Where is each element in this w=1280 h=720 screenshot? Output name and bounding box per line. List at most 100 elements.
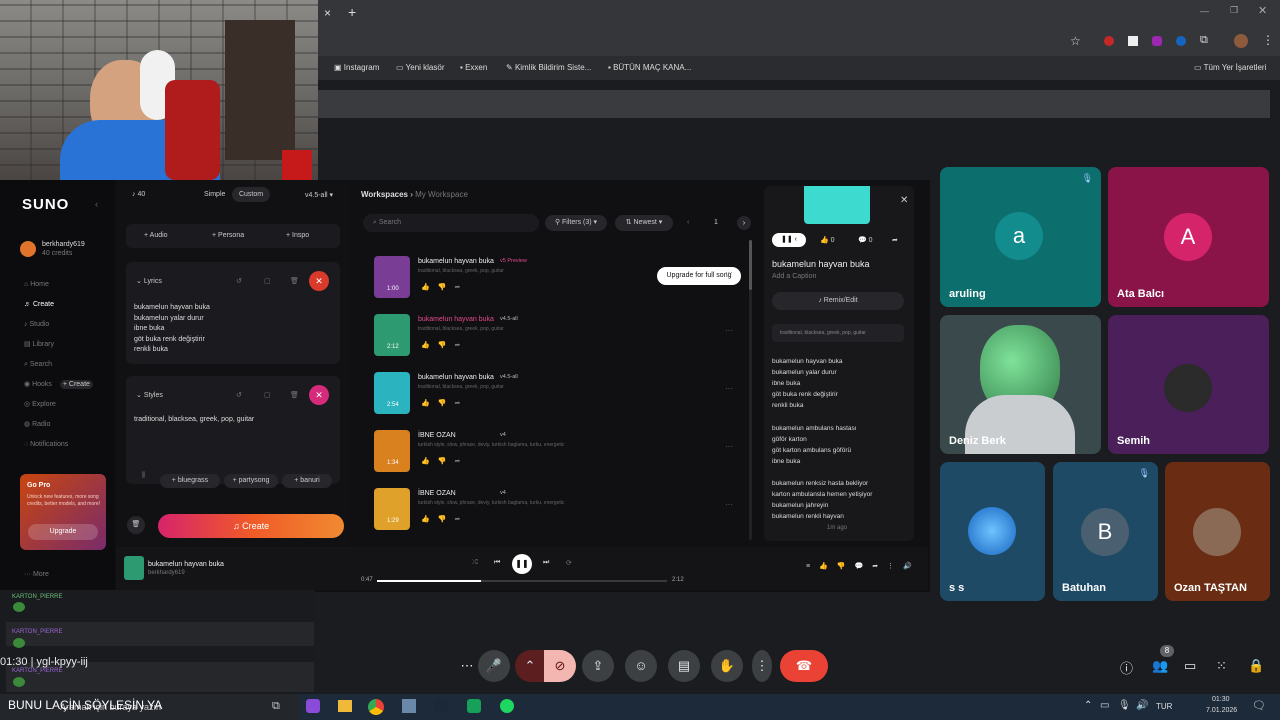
puzzle-icon[interactable]: ⧉ [1200, 34, 1208, 47]
lyrics-text[interactable]: bukamelun hayvan buka bukamelun yalar dur… [134, 303, 210, 356]
participant-tile[interactable]: a 🎙 aruling [940, 167, 1101, 307]
previous-icon[interactable]: ⏮ [494, 559, 500, 567]
nav-studio[interactable]: ♪ Studio [24, 315, 93, 335]
like-button[interactable]: 👍 0 [820, 236, 835, 244]
song-title[interactable]: İBNE OZAN [418, 490, 456, 497]
shuffle-icon[interactable]: ⤮ [472, 559, 478, 567]
extension-icon[interactable] [1152, 36, 1162, 46]
volume-icon[interactable]: 🔊 [903, 563, 921, 570]
song-row[interactable]: 2:54 bukamelun hayvan buka v4.5-all traditi… [365, 366, 745, 416]
next-icon[interactable]: ⏭ [543, 559, 549, 567]
camera-options-icon[interactable]: ⌃ [515, 650, 545, 682]
share-icon[interactable]: ➦ [454, 458, 468, 465]
bookmark-folder[interactable]: ▭ Yeni klasör [396, 63, 444, 72]
tray-chevron-icon[interactable]: ⌃ [1084, 700, 1092, 711]
remix-button[interactable]: ♪ Remix/Edit [772, 292, 904, 310]
nav-home[interactable]: ⌂ Home [24, 275, 93, 295]
participant-tile[interactable]: Deniz Berk [940, 315, 1101, 454]
song-row[interactable]: 1:00 bukamelun hayvan buka v5 Preview tradi… [365, 250, 745, 300]
version-select[interactable]: v4.5-all ▾ [305, 191, 333, 199]
tag-bluegrass[interactable]: + bluegrass [160, 474, 220, 488]
hooks-create-button[interactable]: + Create [59, 380, 93, 389]
present-button[interactable]: ⇪ [582, 650, 614, 682]
comment-icon[interactable]: 💬 [855, 563, 873, 570]
styles-label[interactable]: ⌄ Styles [136, 391, 163, 399]
camera-off-button[interactable]: ⊘ [544, 650, 576, 682]
close-tab-icon[interactable]: × [324, 6, 331, 20]
participant-tile[interactable]: s s [940, 462, 1045, 601]
search-input[interactable]: ⌕ Search [363, 214, 539, 232]
collapse-icon[interactable]: ‹ [95, 199, 98, 209]
dislike-icon[interactable]: 👎 [438, 284, 455, 291]
language-indicator[interactable]: TUR [1156, 702, 1172, 711]
app-icon[interactable] [402, 699, 416, 713]
dislike-icon[interactable]: 👎 [438, 400, 455, 407]
share-icon[interactable]: ➦ [454, 342, 468, 349]
like-icon[interactable]: 👍 [421, 400, 438, 407]
pause-button[interactable]: ❚❚ ‹ [772, 233, 806, 247]
nav-library[interactable]: ▤ Library [24, 335, 93, 355]
menu-icon[interactable]: ⋮ [1262, 33, 1274, 47]
chat-icon[interactable]: ▭ [1184, 658, 1196, 674]
nav-create[interactable]: ♬ Create [24, 295, 93, 315]
like-icon[interactable]: 👍 [819, 563, 837, 570]
nav-hooks[interactable]: ◉ Hooks + Create [24, 375, 93, 395]
undo-icon[interactable]: ↺ [236, 277, 242, 285]
nav-search[interactable]: ⌕ Search [24, 355, 93, 375]
create-button[interactable]: ♫ Create [158, 514, 344, 538]
song-more-icon[interactable]: ··· [725, 500, 733, 509]
generate-lyrics-icon[interactable]: ✕ [309, 271, 329, 291]
comment-button[interactable]: 💬 0 [858, 236, 873, 244]
add-persona-button[interactable]: + Persona [212, 232, 244, 239]
song-title[interactable]: İBNE OZAN [418, 432, 456, 439]
task-view-icon[interactable]: ⧉ [272, 700, 280, 713]
nav-radio[interactable]: ◍ Radio [24, 415, 93, 435]
network-icon[interactable]: ▭ [1100, 700, 1109, 711]
participant-tile[interactable]: Semih [1108, 315, 1269, 454]
breadcrumb-workspaces[interactable]: Workspaces [361, 190, 408, 199]
participant-tile[interactable]: Ozan TAŞTAN [1165, 462, 1270, 601]
share-icon[interactable]: ➦ [454, 284, 468, 291]
extension-icon[interactable] [1128, 36, 1138, 46]
simple-tab[interactable]: Simple [204, 191, 225, 198]
avatar[interactable] [20, 241, 36, 257]
trash-icon[interactable]: 🗑 [290, 277, 299, 285]
lyrics-label[interactable]: ⌄ Lyrics [136, 277, 162, 285]
close-window-icon[interactable]: ✕ [1258, 4, 1267, 17]
share-icon[interactable]: ➦ [454, 516, 468, 523]
upgrade-button[interactable]: Upgrade [28, 524, 98, 540]
song-row[interactable]: 2:12 bukamelun hayvan buka v4.5-all traditi… [365, 308, 745, 358]
trash-icon[interactable]: 🗑 [290, 391, 299, 399]
song-title[interactable]: bukamelun hayvan buka [418, 374, 494, 381]
prev-page-icon[interactable]: ‹ [687, 219, 689, 226]
bookmark-kimlik[interactable]: ✎ Kimlik Bildirim Siste... [506, 63, 591, 72]
like-icon[interactable]: 👍 [421, 342, 438, 349]
caption-input[interactable]: Add a Caption [772, 273, 816, 280]
styles-text[interactable]: traditional, blacksea, greek, pop, guita… [134, 416, 254, 423]
emoji-button[interactable]: ☺ [625, 650, 657, 682]
participant-tile[interactable]: A Ata Balcı [1108, 167, 1269, 307]
custom-tab[interactable]: Custom [232, 187, 270, 202]
extension-icon[interactable] [1104, 36, 1114, 46]
repeat-icon[interactable]: ⟳ [566, 559, 572, 567]
nav-explore[interactable]: ◎ Explore [24, 395, 93, 415]
leave-call-button[interactable]: ☎ [780, 650, 828, 682]
minimize-icon[interactable]: — [1200, 6, 1209, 16]
undo-icon[interactable]: ↺ [236, 391, 242, 399]
host-controls-icon[interactable]: 🔒 [1248, 658, 1264, 674]
tag-partysong[interactable]: + partysong [224, 474, 278, 488]
dislike-icon[interactable]: 👎 [438, 458, 455, 465]
app-icon[interactable] [467, 699, 481, 713]
close-icon[interactable]: ✕ [900, 195, 908, 206]
info-icon[interactable]: ⓘ [1120, 658, 1133, 677]
trash-icon[interactable]: 🗑 [127, 516, 145, 534]
filters-button[interactable]: ⚲ Filters (3) ▾ [545, 215, 607, 231]
bookmark-mac[interactable]: ▪ BÜTÜN MAÇ KANA... [608, 63, 691, 72]
bookmark-instagram[interactable]: ▣ Instagram [334, 63, 379, 72]
like-icon[interactable]: 👍 [421, 516, 438, 523]
bookmark-exxen[interactable]: ▪ Exxen [460, 63, 487, 72]
spotify-icon[interactable] [500, 699, 514, 713]
dislike-icon[interactable]: 👎 [438, 342, 455, 349]
player-progress[interactable] [377, 580, 667, 582]
song-more-icon[interactable]: ··· [725, 268, 733, 277]
